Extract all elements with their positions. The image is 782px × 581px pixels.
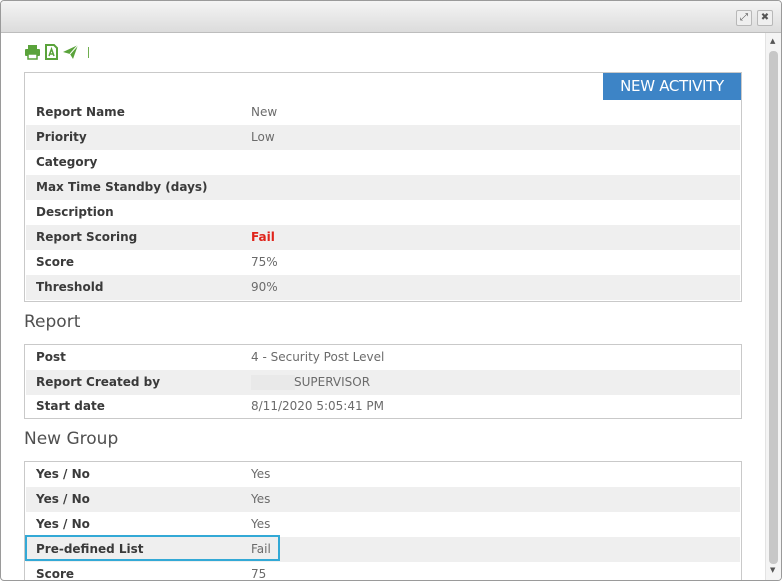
scroll-up-icon[interactable]: ▲ [770, 37, 775, 45]
window-titlebar: ⤢ ✖ [1, 1, 781, 33]
detail-row-max-time-standby: Max Time Standby (days) [26, 175, 740, 200]
row-value: 4 - Security Post Level [251, 350, 385, 364]
group-panel: Yes / No Yes Yes / No Yes Yes / No Yes P… [24, 461, 742, 580]
row-value: Yes [251, 492, 271, 506]
close-icon[interactable]: ✖ [757, 10, 773, 26]
detail-row-category: Category [26, 150, 740, 175]
detail-row-priority: Priority Low [26, 125, 740, 150]
detail-row-report-scoring: Report Scoring Fail [26, 225, 740, 250]
send-icon[interactable] [62, 44, 79, 60]
row-label: Description [36, 205, 114, 219]
report-row-post: Post 4 - Security Post Level [26, 345, 740, 370]
group-row: Yes / No Yes [26, 512, 740, 537]
row-value: Yes [251, 467, 271, 481]
row-value: New [251, 105, 278, 119]
row-value: 8/11/2020 5:05:41 PM [251, 399, 385, 413]
row-label: Score [36, 255, 75, 269]
detail-row-score: Score 75% [26, 250, 740, 275]
row-label: Report Scoring [36, 230, 138, 244]
row-value: Low [251, 130, 275, 144]
detail-row-description: Description [26, 200, 740, 225]
row-label: Max Time Standby (days) [36, 180, 208, 194]
row-value: Yes [251, 517, 271, 531]
scrollbar-thumb[interactable] [769, 51, 778, 564]
report-row-created-by: Report Created by SUPERVISOR [26, 370, 740, 395]
new-activity-button[interactable]: NEW ACTIVITY [603, 73, 741, 100]
group-row: Yes / No Yes [26, 462, 740, 487]
row-value: 75% [251, 255, 278, 269]
report-window: ⤢ ✖ NEW ACTIVITY Report Name New Priorit… [0, 0, 782, 581]
row-label: Start date [36, 399, 105, 413]
toolbar [24, 43, 89, 61]
row-label: Post [36, 350, 66, 364]
report-content: NEW ACTIVITY Report Name New Priority Lo… [1, 33, 765, 580]
report-section-title: Report [24, 312, 81, 332]
maximize-icon[interactable]: ⤢ [736, 10, 752, 26]
row-label: Threshold [36, 280, 104, 294]
vertical-scrollbar[interactable]: ▲ ▼ [765, 33, 781, 580]
row-label: Priority [36, 130, 87, 144]
activity-details-panel: NEW ACTIVITY Report Name New Priority Lo… [24, 72, 742, 302]
predefined-list-highlight [25, 535, 280, 561]
group-row-score: Score 75 [26, 562, 740, 580]
scroll-down-icon[interactable]: ▼ [770, 566, 775, 574]
row-value: 90% [251, 280, 278, 294]
pdf-icon[interactable] [44, 44, 59, 60]
group-row: Yes / No Yes [26, 487, 740, 512]
row-value: SUPERVISOR [294, 375, 371, 389]
row-label: Yes / No [36, 517, 90, 531]
report-panel: Post 4 - Security Post Level Report Crea… [24, 344, 742, 419]
report-row-start-date: Start date 8/11/2020 5:05:41 PM [26, 394, 740, 419]
detail-row-report-name: Report Name New [26, 100, 740, 125]
row-label: Category [36, 155, 98, 169]
redacted-name [251, 375, 295, 390]
row-label: Yes / No [36, 492, 90, 506]
report-scoring-value: Fail [251, 230, 275, 244]
row-label: Report Name [36, 105, 125, 119]
row-value: 75 [251, 567, 267, 580]
print-icon[interactable] [24, 44, 41, 60]
group-section-title: New Group [24, 429, 119, 449]
toolbar-separator [88, 46, 89, 58]
row-label: Score [36, 567, 75, 580]
row-label: Report Created by [36, 375, 161, 389]
detail-row-threshold: Threshold 90% [26, 275, 740, 300]
row-label: Yes / No [36, 467, 90, 481]
